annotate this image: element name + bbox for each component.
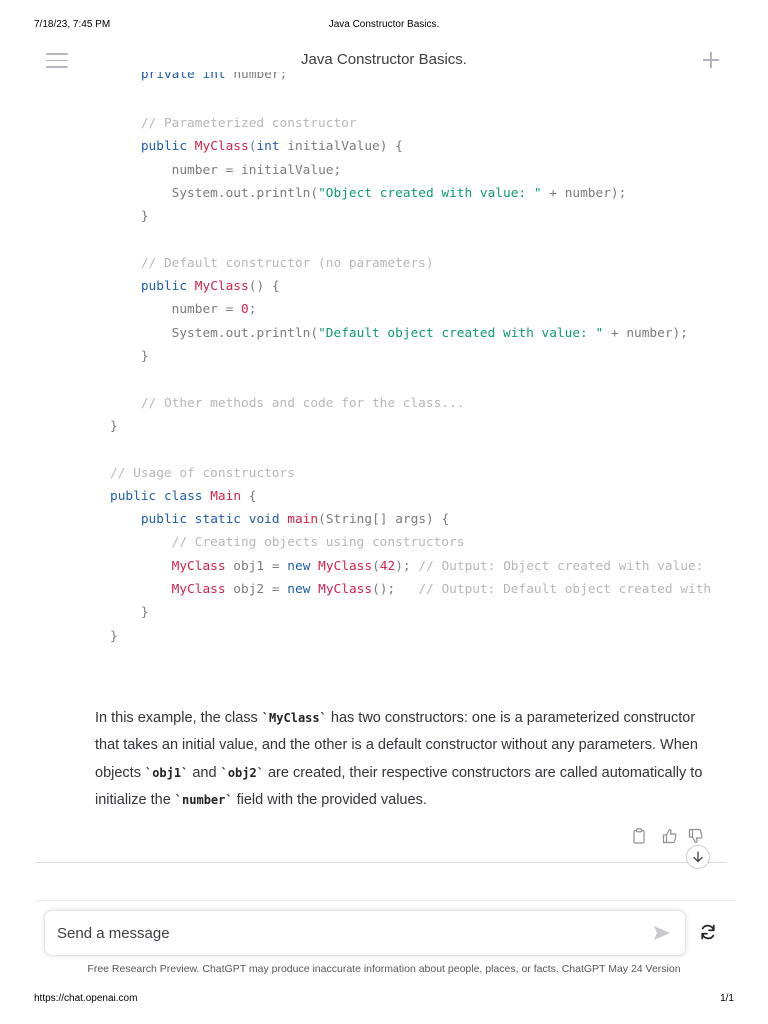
text-segment: field with the provided values. bbox=[232, 791, 427, 808]
code-line: public class Main { bbox=[110, 488, 257, 504]
code-line: System.out.println("Object created with … bbox=[171, 185, 627, 201]
send-icon[interactable] bbox=[653, 924, 671, 942]
code-line: // Other methods and code for the class.… bbox=[140, 395, 465, 411]
thumbs-down-icon[interactable] bbox=[688, 828, 704, 844]
code-line: // Creating objects using constructors bbox=[171, 535, 465, 551]
composer-separator bbox=[36, 900, 736, 901]
code-block: private int number; // Parameterized con… bbox=[110, 66, 710, 656]
code-line: public MyClass(int initialValue) { bbox=[140, 139, 403, 155]
inline-code-obj1: `obj1` bbox=[144, 765, 189, 780]
code-line: System.out.println("Default object creat… bbox=[171, 325, 688, 341]
inline-code-myclass: `MyClass` bbox=[261, 711, 327, 725]
code-line: // Usage of constructors bbox=[110, 465, 295, 481]
code-line: } bbox=[140, 605, 149, 621]
code-line: // Default constructor (no parameters) bbox=[140, 255, 434, 271]
code-line: MyClass obj2 = new MyClass(); // Output:… bbox=[171, 582, 710, 597]
page-number: 1/1 bbox=[720, 993, 734, 1004]
code-line: number = 0; bbox=[171, 302, 257, 318]
explanation-paragraph: In this example, the class `MyClass` has… bbox=[95, 705, 715, 814]
message-input[interactable] bbox=[55, 917, 639, 949]
inline-code-obj2: `obj2` bbox=[220, 765, 264, 780]
text-segment: and bbox=[188, 764, 221, 781]
disclaimer-text: Free Research Preview. ChatGPT may produ… bbox=[87, 963, 681, 975]
thumbs-up-icon[interactable] bbox=[662, 828, 678, 844]
print-title: Java Constructor Basics. bbox=[328, 19, 440, 30]
refresh-icon[interactable] bbox=[698, 922, 718, 942]
message-composer bbox=[44, 910, 686, 956]
divider bbox=[36, 862, 726, 863]
clipboard-icon[interactable] bbox=[632, 828, 648, 844]
print-url: https://chat.openai.com bbox=[34, 993, 138, 1004]
code-line: } bbox=[140, 209, 149, 225]
text-segment: In this example, the class bbox=[95, 710, 262, 726]
code-line: MyClass obj1 = new MyClass(42); // Outpu… bbox=[171, 558, 710, 574]
inline-code-number: `number` bbox=[174, 792, 233, 807]
code-line: // Parameterized constructor bbox=[140, 116, 357, 131]
code-line: } bbox=[140, 349, 149, 364]
code-line: number = initialValue; bbox=[171, 162, 342, 178]
arrow-down-icon[interactable] bbox=[686, 845, 710, 869]
code-line: private int number; bbox=[140, 67, 288, 82]
code-line: public MyClass() { bbox=[140, 279, 280, 295]
print-header: 7/18/23, 7:45 PM Java Constructor Basics… bbox=[0, 0, 768, 30]
code-line: } bbox=[110, 628, 118, 644]
code-line: public static void main(String[] args) { bbox=[140, 512, 450, 528]
code-line: } bbox=[110, 418, 118, 434]
